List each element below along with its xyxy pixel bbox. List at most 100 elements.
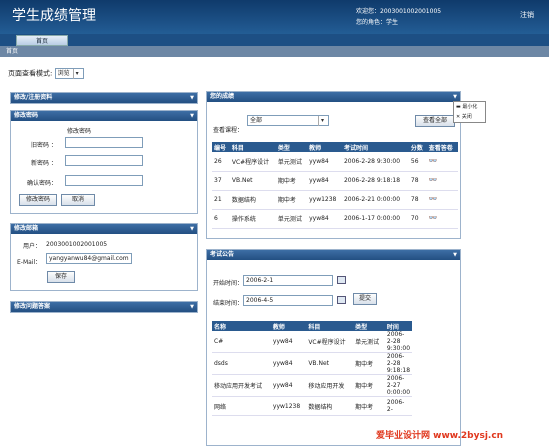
table-cell: 56 (408, 152, 427, 172)
submit-button[interactable]: 提交 (353, 293, 377, 305)
grades-column-header: 编号 (212, 142, 230, 152)
minimize-label: 最小化 (462, 104, 478, 110)
table-cell: 数据结构 (306, 396, 354, 416)
table-cell: 👓 (426, 190, 458, 210)
user-value: 2003001002001005 (46, 241, 108, 248)
old-password-label: 旧密码 ： (31, 142, 57, 149)
course-filter-value: 全部 (250, 117, 263, 124)
grades-column-header: 分数 (408, 142, 427, 152)
table-cell: 2006-2-28 9:30:00 (384, 331, 412, 353)
view-answer-icon[interactable]: 👓 (429, 177, 441, 184)
table-cell: yyw84 (307, 171, 342, 191)
logout-link[interactable]: 注销 (520, 10, 534, 20)
exams-column-header: 教师 (270, 321, 307, 331)
table-cell: 37 (212, 171, 230, 191)
chevron-down-icon: ▾ (72, 69, 81, 79)
save-email-button[interactable]: 保存 (47, 271, 75, 283)
table-cell: 👓 (426, 152, 458, 172)
panel-qa-title: 修改问题答案 (14, 303, 51, 310)
table-cell: 单元测试 (275, 209, 308, 229)
email-input[interactable]: yangyanwu84@gmail.com (46, 253, 132, 264)
exams-column-header: 名称 (212, 321, 271, 331)
panel-grades: 您的成绩 ▼ 查看课程： 全部 ▾ 查看全部 编号 科目 类型 教师 考试时间 分数 查看答卷 2… (206, 91, 461, 239)
table-cell: C# (212, 331, 271, 353)
table-cell: 2006-2-28 9:18:18 (384, 352, 412, 375)
table-cell: 期中考 (275, 190, 308, 210)
close-menu-item[interactable]: ✕ 关闭 (454, 112, 485, 122)
table-cell: VB.Net (306, 352, 354, 375)
view-all-button[interactable]: 查看全部 (415, 115, 455, 127)
chevron-down-icon: ▼ (453, 252, 457, 258)
table-row: 26 VC#程序设计 单元测试 yyw84 2006-2-28 9:30:00 56 👓 (212, 152, 458, 172)
panel-profile-header[interactable]: 修改/注册资料 ▼ (11, 93, 197, 103)
view-answer-icon[interactable]: 👓 (429, 215, 441, 222)
table-cell: 单元测试 (275, 152, 308, 172)
grades-column-header: 考试时间 (341, 142, 409, 152)
table-cell: 期中考 (353, 352, 385, 375)
watermark: 爱毕业设计网 www.2bysj.cn (376, 431, 504, 441)
table-cell: yyw84 (307, 152, 342, 172)
view-answer-icon[interactable]: 👓 (429, 157, 441, 165)
panel-qa-header[interactable]: 修改问题答案 ▼ (11, 302, 197, 312)
table-cell: 26 (212, 152, 230, 172)
table-cell: 数据结构 (229, 190, 276, 210)
calendar-icon[interactable] (337, 296, 346, 304)
grades-table: 编号 科目 类型 教师 考试时间 分数 查看答卷 26 VC#程序设计 单元测试 yyw84 2006… (212, 142, 458, 229)
chevron-down-icon: ▼ (190, 304, 194, 310)
end-time-label: 结束时间： (213, 300, 244, 307)
table-cell: yyw1238 (270, 396, 307, 416)
panel-exams-header[interactable]: 考试公告 ▼ (207, 250, 460, 260)
table-cell: 2006-2-21 0:00:00 (341, 190, 409, 210)
table-cell: 👓 (426, 209, 458, 229)
panel-grades-header[interactable]: 您的成绩 ▼ (207, 92, 460, 102)
table-cell: 2006-1-17 0:00:00 (341, 209, 409, 229)
breadcrumb-home[interactable]: 首页 (6, 48, 18, 55)
table-cell: 移动应用开发 (306, 374, 354, 397)
view-mode-select[interactable]: 浏览 ▾ (54, 68, 84, 79)
change-password-button[interactable]: 修改密码 (19, 194, 57, 206)
cancel-button[interactable]: 取消 (61, 194, 95, 206)
panel-password-title: 修改密码 (14, 112, 39, 119)
table-cell: 期中考 (353, 396, 385, 416)
course-filter-label: 查看课程： (213, 127, 244, 134)
table-row: 移动应用开发考试 yyw84 移动应用开发 期中考 2006-2-27 0:00:00 (212, 374, 412, 397)
table-cell: 21 (212, 190, 230, 210)
new-password-input[interactable] (65, 155, 143, 166)
grades-column-header: 科目 (229, 142, 276, 152)
table-cell: 2006-2-28 9:18:18 (341, 171, 409, 191)
table-cell: 2006-2-28 9:30:00 (341, 152, 409, 172)
view-answer-icon[interactable]: 👓 (429, 196, 441, 203)
start-time-input[interactable]: 2006-2-1 (243, 275, 333, 286)
panel-password-header[interactable]: 修改密码 ▼ (11, 111, 197, 121)
chevron-down-icon: ▼ (190, 226, 194, 232)
grades-column-header: 教师 (307, 142, 342, 152)
table-cell: 操作系统 (229, 209, 276, 229)
role-text: 您的角色：学生 (356, 19, 399, 26)
minimize-menu-item[interactable]: ▬ 最小化 (454, 102, 485, 112)
tab-home[interactable]: 首页 (16, 35, 68, 46)
panel-qa: 修改问题答案 ▼ (10, 301, 198, 313)
course-filter-select[interactable]: 全部 ▾ (247, 115, 329, 126)
table-cell: 78 (408, 171, 427, 191)
confirm-password-input[interactable] (65, 175, 143, 186)
old-password-input[interactable] (65, 137, 143, 148)
table-cell: 网络 (212, 396, 271, 416)
table-cell: 70 (408, 209, 427, 229)
exams-table: 名称 教师 科目 类型 时间 C# yyw84 VC#程序设计 单元测试 2006-2-28 9:… (212, 321, 412, 416)
panel-menu: ▬ 最小化 ✕ 关闭 (453, 101, 486, 123)
grades-column-header: 查看答卷 (426, 142, 458, 152)
panel-profile-title: 修改/注册资料 (14, 94, 53, 101)
tab-bar (0, 34, 549, 46)
table-cell: VC#程序设计 (229, 152, 276, 172)
table-row: 37 VB.Net 期中考 yyw84 2006-2-28 9:18:18 78 👓 (212, 171, 458, 191)
table-cell: 👓 (426, 171, 458, 191)
minimize-icon: ▬ (456, 104, 461, 110)
email-label: E-Mail： (17, 259, 42, 266)
chevron-down-icon: ▼ (190, 95, 194, 101)
end-time-input[interactable]: 2006-4-5 (243, 295, 333, 306)
calendar-icon[interactable] (337, 276, 346, 284)
table-cell: yyw84 (270, 374, 307, 397)
table-cell: 期中考 (275, 171, 308, 191)
panel-email-header[interactable]: 修改邮箱 ▼ (11, 224, 197, 234)
table-cell: 移动应用开发考试 (212, 374, 271, 397)
